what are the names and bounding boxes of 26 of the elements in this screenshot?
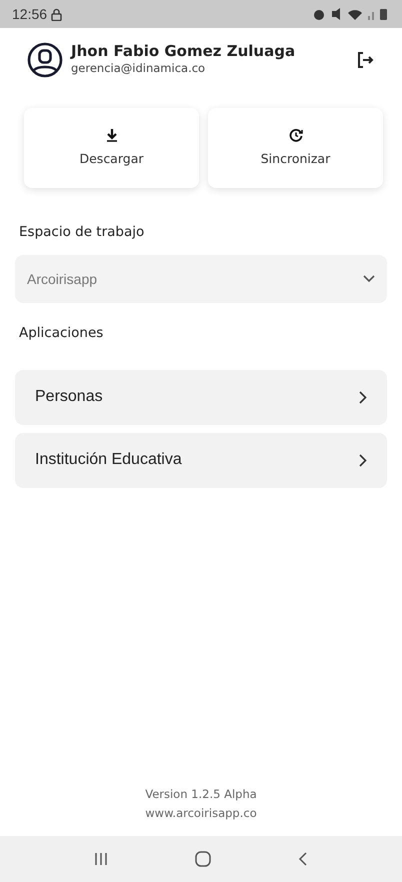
user-name: Jhon Fabio Gomez Zuluaga xyxy=(71,42,296,60)
workspace-select[interactable]: Arcoirisapp xyxy=(15,255,387,304)
download-button[interactable]: Descargar xyxy=(24,108,199,188)
logout-icon[interactable] xyxy=(355,50,375,70)
lock-icon xyxy=(51,8,62,20)
status-time: 12:56 xyxy=(12,4,48,24)
download-icon xyxy=(104,128,118,142)
section-label: Espacio de trabajo xyxy=(19,223,146,242)
battery-icon xyxy=(380,9,387,20)
chevron-right-icon xyxy=(359,454,367,466)
application-item[interactable]: Personas xyxy=(15,370,387,424)
wifi-icon xyxy=(348,10,362,20)
avatar-icon xyxy=(27,42,63,78)
application-item[interactable]: Institución Educativa xyxy=(15,432,387,488)
signal-icon xyxy=(368,12,374,20)
recent-apps-icon[interactable] xyxy=(94,852,108,866)
sync-button[interactable]: Sincronizar xyxy=(208,108,383,188)
chevron-right-icon xyxy=(359,390,367,404)
section-label: Aplicaciones xyxy=(19,324,104,344)
user-email: gerencia@idinamica.co xyxy=(71,60,206,78)
website-text: www.arcoirisapp.co xyxy=(144,804,258,822)
home-icon[interactable] xyxy=(194,851,211,867)
version-text: Version 1.2.5 Alpha xyxy=(144,786,258,804)
chevron-down-icon xyxy=(363,275,375,284)
back-icon[interactable] xyxy=(298,852,308,866)
refresh-clock-icon xyxy=(288,128,302,142)
